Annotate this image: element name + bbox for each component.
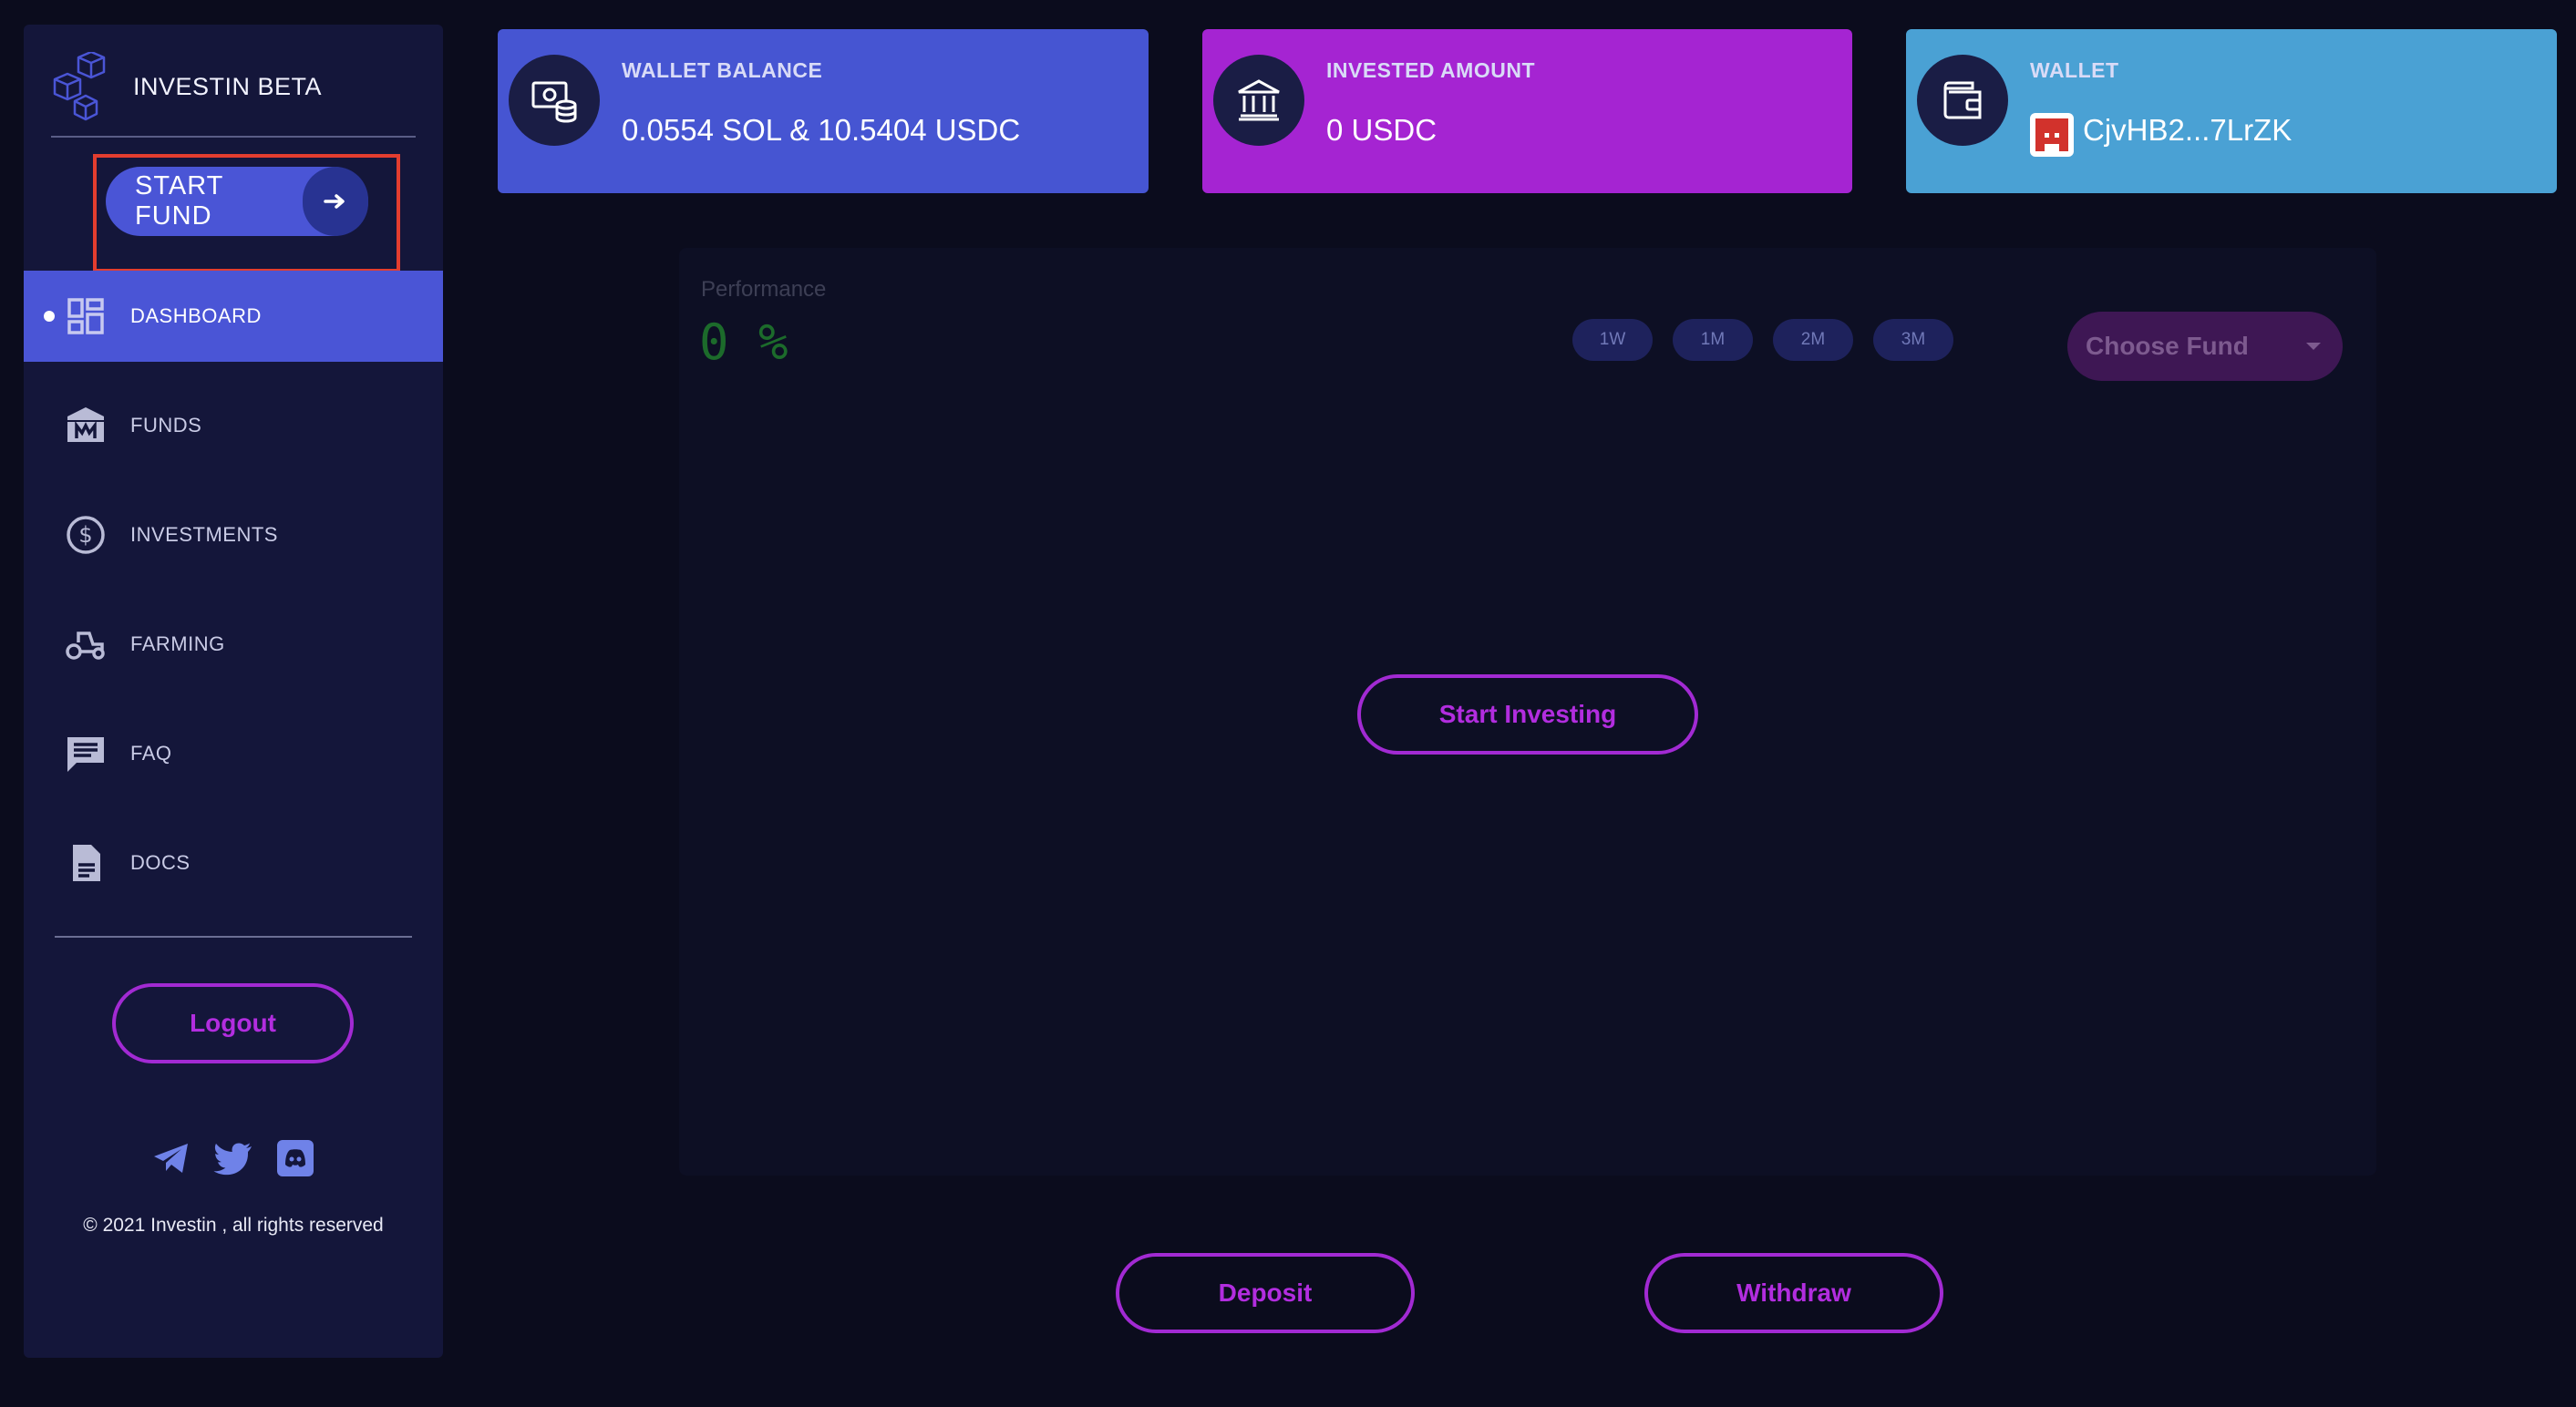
sidebar-item-label: FAQ [130,742,172,765]
dollar-icon: $ [67,516,105,554]
range-1w-button[interactable]: 1W [1572,319,1653,361]
sidebar-item-label: INVESTMENTS [130,523,278,546]
range-2m-button[interactable]: 2M [1773,319,1853,361]
social-links [24,1138,443,1178]
logout-button[interactable]: Logout [112,983,354,1063]
twitter-icon[interactable] [213,1138,253,1178]
wallet-balance-card: WALLET BALANCE 0.0554 SOL & 10.5404 USDC [498,29,1149,193]
sidebar-item-investments[interactable]: $ INVESTMENTS [24,489,443,580]
copyright: © 2021 Investin , all rights reserved [83,1215,384,1236]
wallet-avatar [2030,113,2074,157]
chevron-down-icon [2306,343,2321,350]
sidebar-item-funds[interactable]: FUNDS [24,380,443,471]
wallet-address[interactable]: CjvHB2...7LrZK [2083,113,2292,148]
performance-panel: Performance 0 % 1W 1M 2M 3M Choose Fund … [679,248,2376,1176]
discord-icon[interactable] [275,1138,315,1178]
start-fund-label: START FUND [135,171,223,231]
sidebar-divider [55,936,412,938]
invested-amount-card: INVESTED AMOUNT 0 USDC [1202,29,1852,193]
brand-divider [51,136,416,138]
tractor-icon [66,632,105,660]
arrow-right-icon [303,167,368,236]
withdraw-button[interactable]: Withdraw [1644,1253,1943,1333]
range-1m-button[interactable]: 1M [1673,319,1753,361]
sidebar-item-farming[interactable]: FARMING [24,599,443,690]
brand[interactable]: INVESTIN BETA [51,52,322,121]
sidebar-item-label: DASHBOARD [130,304,262,327]
start-investing-button[interactable]: Start Investing [1357,674,1698,755]
sidebar: INVESTIN BETA START FUND DASHBOARD FUNDS… [24,25,443,1358]
wallet-balance-title: WALLET BALANCE [622,58,823,82]
sidebar-item-docs[interactable]: DOCS [24,817,443,909]
cubes-logo-icon [53,52,106,121]
cash-coins-icon [509,55,600,146]
sidebar-nav: DASHBOARD FUNDS $ INVESTMENTS FARMING FA… [24,271,443,927]
sidebar-item-label: DOCS [130,851,191,874]
wallet-title: WALLET [2030,58,2119,82]
telegram-icon[interactable] [151,1138,191,1178]
chat-icon [67,737,104,772]
performance-value: 0 % [699,313,788,371]
start-fund-button[interactable]: START FUND [106,167,368,236]
bank-icon [1213,55,1304,146]
invested-amount-title: INVESTED AMOUNT [1326,58,1535,82]
sidebar-item-faq[interactable]: FAQ [24,708,443,799]
dashboard-icon [67,298,104,334]
wallet-card: WALLET CjvHB2...7LrZK [1906,29,2557,193]
brand-name: INVESTIN BETA [133,72,323,100]
range-3m-button[interactable]: 3M [1873,319,1953,361]
choose-fund-dropdown[interactable]: Choose Fund [2067,312,2343,381]
sidebar-item-label: FARMING [130,632,225,655]
performance-label: Performance [701,277,827,302]
sidebar-item-label: FUNDS [130,414,202,436]
invested-amount-value: 0 USDC [1326,113,1437,147]
wallet-balance-value: 0.0554 SOL & 10.5404 USDC [622,113,1021,147]
deposit-button[interactable]: Deposit [1116,1253,1415,1333]
choose-fund-label: Choose Fund [2086,332,2249,360]
bank-icon [67,407,104,442]
document-icon [73,845,100,881]
start-fund-highlight: START FUND [93,154,400,272]
svg-text:$: $ [78,522,92,548]
wallet-icon [1917,55,2008,146]
active-dot [44,311,55,322]
sidebar-item-dashboard[interactable]: DASHBOARD [24,271,443,362]
time-range-selector: 1W 1M 2M 3M [1572,319,1953,361]
